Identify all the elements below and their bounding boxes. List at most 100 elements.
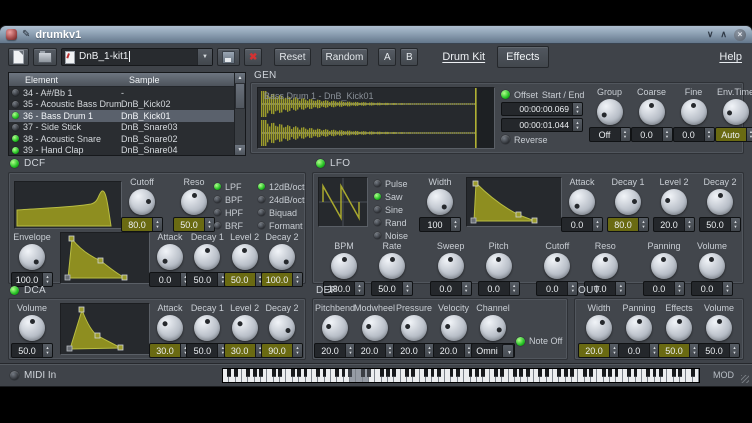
- knob-value-decay-1[interactable]: 50.0▲▼: [186, 272, 228, 287]
- radio-hpf[interactable]: HPF: [214, 207, 256, 218]
- knob-dial-panning[interactable]: [651, 253, 677, 279]
- piano-key-black[interactable]: [411, 369, 415, 377]
- knob-value-volume[interactable]: 50.0▲▼: [11, 343, 53, 358]
- knob-dial-volume[interactable]: [706, 315, 732, 341]
- piano-key-black[interactable]: [469, 369, 473, 377]
- knob-dial-level-2[interactable]: [232, 315, 258, 341]
- list-row[interactable]: 38 - Acoustic SnareDnB_Snare02: [9, 133, 234, 145]
- piano-key-black[interactable]: [615, 369, 619, 377]
- piano-key-black[interactable]: [627, 369, 631, 377]
- offset-end-field[interactable]: 00:00:01.044 ▲▼: [501, 118, 583, 132]
- knob-value-level-2[interactable]: 30.0▲▼: [224, 343, 266, 358]
- knob-dial-level-2[interactable]: [232, 244, 258, 270]
- knob-value-rate[interactable]: 50.0▲▼: [371, 281, 413, 296]
- knob-value-fine[interactable]: 0.0▲▼: [673, 127, 715, 142]
- knob-dial-pitchbend[interactable]: [322, 315, 348, 341]
- knob-value-pressure[interactable]: 20.0▲▼: [393, 343, 435, 358]
- piano-key-black[interactable]: [380, 369, 384, 377]
- spinner-buttons[interactable]: ▲▼: [572, 119, 582, 131]
- lfo-led-icon[interactable]: [316, 159, 325, 168]
- element-list-header[interactable]: Element Sample: [9, 73, 234, 87]
- knob-dial-volume[interactable]: [19, 315, 45, 341]
- piano-key-black[interactable]: [659, 369, 663, 377]
- knob-value-width[interactable]: 20.0▲▼: [578, 343, 620, 358]
- list-row[interactable]: 36 - Bass Drum 1DnB_Kick01: [9, 110, 234, 122]
- spinner-buttons[interactable]: ▲▼: [402, 282, 412, 295]
- knob-dial-coarse[interactable]: [639, 99, 665, 125]
- spinner-buttons[interactable]: ▲▼: [354, 282, 364, 295]
- knob-value-cutoff[interactable]: 0.0▲▼: [536, 281, 578, 296]
- close-icon[interactable]: ×: [734, 29, 746, 41]
- dca-envelope-display[interactable]: [60, 303, 150, 355]
- piano-key-black[interactable]: [405, 369, 409, 377]
- piano-key-black[interactable]: [424, 369, 428, 377]
- knob-value-cutoff[interactable]: 80.0▲▼: [121, 217, 163, 232]
- spinner-buttons[interactable]: ▲▼: [567, 282, 577, 295]
- piano-key-black[interactable]: [234, 369, 238, 377]
- knob-dial-env-time[interactable]: [723, 99, 749, 125]
- piano-key-black[interactable]: [297, 369, 301, 377]
- scroll-thumb[interactable]: [235, 83, 245, 109]
- knob-dial-decay-1[interactable]: [194, 315, 220, 341]
- knob-dial-pressure[interactable]: [401, 315, 427, 341]
- piano-key-black[interactable]: [227, 369, 231, 377]
- piano-key-black[interactable]: [494, 369, 498, 377]
- knob-dial-cutoff[interactable]: [129, 189, 155, 215]
- list-row[interactable]: 37 - Side StickDnB_Snare03: [9, 122, 234, 134]
- knob-value-pitchbend[interactable]: 20.0▲▼: [314, 343, 356, 358]
- knob-dial-bpm[interactable]: [331, 253, 357, 279]
- list-row[interactable]: 35 - Acoustic Bass DrumDnB_Kick02: [9, 99, 234, 111]
- piano-key-black[interactable]: [646, 369, 650, 377]
- resize-grip-icon[interactable]: [741, 375, 749, 383]
- piano-key-black[interactable]: [564, 369, 568, 377]
- list-row[interactable]: 34 - A#/Bb 1-: [9, 87, 234, 99]
- reset-button[interactable]: Reset: [274, 48, 310, 66]
- column-sample[interactable]: Sample: [129, 75, 234, 85]
- minimize-icon[interactable]: ∨: [707, 29, 714, 40]
- note-off-checkbox[interactable]: Note Off: [516, 336, 562, 346]
- knob-dial-decay-1[interactable]: [615, 189, 641, 215]
- element-list[interactable]: Element Sample 34 - A#/Bb 1-35 - Acousti…: [8, 72, 246, 156]
- delete-preset-button[interactable]: ✖: [244, 48, 262, 66]
- piano-key-black[interactable]: [557, 369, 561, 377]
- knob-dial-reso[interactable]: [592, 253, 618, 279]
- lfo-wave-display[interactable]: [318, 177, 368, 227]
- knob-dial-channel[interactable]: [480, 315, 506, 341]
- knob-dial-decay-1[interactable]: [194, 244, 220, 270]
- piano-key-black[interactable]: [678, 369, 682, 377]
- piano-key-black[interactable]: [481, 369, 485, 377]
- new-preset-button[interactable]: [8, 48, 29, 66]
- knob-value-sweep[interactable]: 0.0▲▼: [430, 281, 472, 296]
- knob-dial-sweep[interactable]: [438, 253, 464, 279]
- radio-rand[interactable]: Rand: [374, 217, 420, 228]
- piano-key-black[interactable]: [367, 369, 371, 377]
- dca-led-icon[interactable]: [10, 286, 19, 295]
- piano-key-black[interactable]: [545, 369, 549, 377]
- piano-key-black[interactable]: [278, 369, 282, 377]
- piano-key-black[interactable]: [246, 369, 250, 377]
- spinner-buttons[interactable]: ▲▼: [592, 218, 602, 231]
- knob-dial-reso[interactable]: [181, 189, 207, 215]
- title-bar[interactable]: ✎ drumkv1 ∨ ∧ ×: [0, 26, 752, 44]
- radio-biquad[interactable]: Biquad: [258, 207, 308, 218]
- knob-value-pitch[interactable]: 0.0▲▼: [478, 281, 520, 296]
- piano-key-black[interactable]: [253, 369, 257, 377]
- lfo-envelope-display[interactable]: [466, 177, 562, 227]
- piano-key-black[interactable]: [634, 369, 638, 377]
- spinner-buttons[interactable]: ▲▼: [730, 218, 740, 231]
- knob-value-attack[interactable]: 30.0▲▼: [149, 343, 191, 358]
- piano-key-black[interactable]: [513, 369, 517, 377]
- spinner-buttons[interactable]: ▲▼: [152, 218, 162, 231]
- piano-key-black[interactable]: [583, 369, 587, 377]
- radio-noise[interactable]: Noise: [374, 230, 420, 241]
- maximize-icon[interactable]: ∧: [720, 29, 727, 40]
- dropdown-arrow-icon[interactable]: ▼: [502, 344, 514, 358]
- spinner-buttons[interactable]: ▲▼: [204, 218, 214, 231]
- radio-lpf[interactable]: LPF: [214, 181, 256, 192]
- knob-value-coarse[interactable]: 0.0▲▼: [631, 127, 673, 142]
- preset-dropdown-arrow-icon[interactable]: ▼: [197, 49, 212, 65]
- knob-dial-cutoff[interactable]: [544, 253, 570, 279]
- knob-dial-pitch[interactable]: [486, 253, 512, 279]
- gen-waveform-display[interactable]: Bass Drum 1 - DnB_Kick01: [257, 87, 495, 149]
- piano-key-black[interactable]: [526, 369, 530, 377]
